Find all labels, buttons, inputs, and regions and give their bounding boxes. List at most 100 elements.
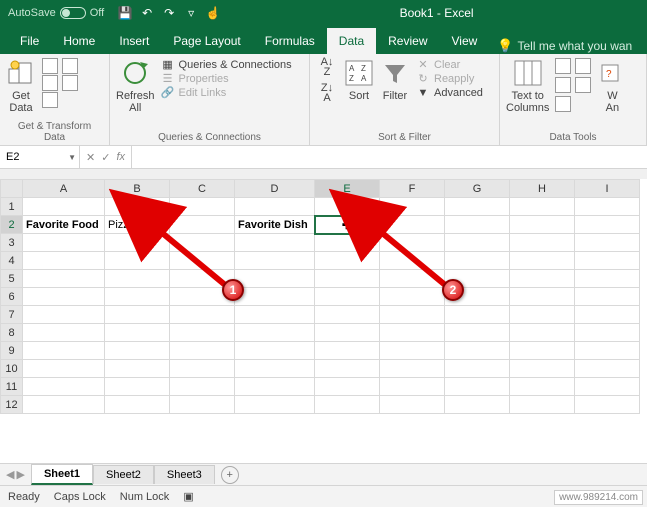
existing-conn-icon[interactable] (42, 92, 58, 108)
touch-icon[interactable]: ☝ (206, 6, 220, 20)
cell[interactable] (380, 306, 445, 324)
cell[interactable] (23, 378, 105, 396)
row-header-9[interactable]: 9 (1, 342, 23, 360)
row-header-2[interactable]: 2 (1, 216, 23, 234)
tab-file[interactable]: File (8, 28, 51, 54)
cell[interactable] (315, 288, 380, 306)
cell[interactable] (445, 198, 510, 216)
cell[interactable] (445, 252, 510, 270)
sheet-tab-2[interactable]: Sheet2 (93, 465, 154, 484)
tab-data[interactable]: Data (327, 28, 376, 54)
cell[interactable] (575, 288, 640, 306)
cell[interactable] (170, 234, 235, 252)
get-data-button[interactable]: Get Data (6, 58, 36, 114)
cell[interactable] (380, 198, 445, 216)
cell[interactable] (380, 342, 445, 360)
from-text-icon[interactable] (42, 58, 58, 74)
cell[interactable] (510, 324, 575, 342)
row-header-10[interactable]: 10 (1, 360, 23, 378)
cell[interactable] (23, 396, 105, 414)
col-header-C[interactable]: C (170, 180, 235, 198)
recent-sources-icon[interactable] (62, 75, 78, 91)
cell[interactable] (170, 378, 235, 396)
cell-B2[interactable]: Pizza (105, 216, 170, 234)
cell[interactable] (445, 342, 510, 360)
what-if-button[interactable]: ? W An (597, 58, 627, 114)
new-sheet-button[interactable]: + (221, 466, 239, 484)
cell[interactable] (510, 342, 575, 360)
cell[interactable] (315, 360, 380, 378)
cell[interactable] (235, 378, 315, 396)
from-table-icon[interactable] (42, 75, 58, 91)
cell[interactable] (380, 360, 445, 378)
cell[interactable] (315, 270, 380, 288)
cell[interactable] (445, 216, 510, 234)
sort-button[interactable]: AZZA Sort (344, 58, 374, 102)
cell[interactable] (23, 342, 105, 360)
sheet-next-icon[interactable]: ▶ (16, 468, 24, 481)
cell[interactable] (315, 342, 380, 360)
cell[interactable] (575, 270, 640, 288)
sheet-tab-1[interactable]: Sheet1 (31, 464, 93, 485)
col-header-F[interactable]: F (380, 180, 445, 198)
cell[interactable] (380, 396, 445, 414)
cell[interactable] (445, 234, 510, 252)
cell[interactable] (235, 360, 315, 378)
tab-insert[interactable]: Insert (107, 28, 161, 54)
cell[interactable] (510, 378, 575, 396)
col-header-H[interactable]: H (510, 180, 575, 198)
cancel-icon[interactable]: ✕ (86, 151, 95, 164)
cell[interactable] (170, 216, 235, 234)
cell-D2[interactable]: Favorite Dish (235, 216, 315, 234)
cell[interactable] (575, 324, 640, 342)
edit-links-button[interactable]: 🔗Edit Links (161, 86, 292, 99)
name-box[interactable]: E2 ▼ (0, 146, 80, 168)
row-header-11[interactable]: 11 (1, 378, 23, 396)
sort-asc-button[interactable]: A↓Z Z↓A (316, 58, 338, 104)
refresh-all-button[interactable]: Refresh All (116, 58, 155, 114)
cell[interactable] (510, 396, 575, 414)
cell[interactable] (170, 270, 235, 288)
filter-button[interactable]: Filter (380, 58, 410, 102)
advanced-button[interactable]: ▼Advanced (416, 86, 483, 99)
cell[interactable] (445, 324, 510, 342)
cell[interactable] (445, 270, 510, 288)
cell[interactable] (170, 324, 235, 342)
cell[interactable] (105, 360, 170, 378)
data-validation-icon[interactable] (555, 77, 571, 93)
cell[interactable] (510, 216, 575, 234)
cell[interactable] (105, 270, 170, 288)
cell[interactable] (445, 306, 510, 324)
cell[interactable] (575, 252, 640, 270)
row-header-7[interactable]: 7 (1, 306, 23, 324)
cell[interactable] (445, 378, 510, 396)
cell[interactable] (575, 234, 640, 252)
row-header-4[interactable]: 4 (1, 252, 23, 270)
autosave-toggle[interactable]: AutoSave Off (0, 7, 112, 19)
cell[interactable] (235, 198, 315, 216)
cell[interactable] (235, 342, 315, 360)
cell[interactable] (235, 252, 315, 270)
cell[interactable] (315, 252, 380, 270)
cell[interactable] (575, 306, 640, 324)
cell[interactable] (105, 306, 170, 324)
undo-icon[interactable]: ↶ (140, 6, 154, 20)
cell[interactable] (170, 306, 235, 324)
cell[interactable] (445, 288, 510, 306)
col-header-B[interactable]: B (105, 180, 170, 198)
cell[interactable] (380, 234, 445, 252)
cell[interactable] (510, 234, 575, 252)
sheet-prev-icon[interactable]: ◀ (6, 468, 14, 481)
cell[interactable] (23, 234, 105, 252)
cell[interactable] (235, 234, 315, 252)
cell[interactable] (235, 324, 315, 342)
cell[interactable] (315, 306, 380, 324)
row-header-3[interactable]: 3 (1, 234, 23, 252)
cell[interactable] (315, 378, 380, 396)
row-header-6[interactable]: 6 (1, 288, 23, 306)
row-header-1[interactable]: 1 (1, 198, 23, 216)
tab-page-layout[interactable]: Page Layout (161, 28, 252, 54)
cell[interactable] (315, 234, 380, 252)
cell[interactable] (445, 360, 510, 378)
cell[interactable] (170, 360, 235, 378)
